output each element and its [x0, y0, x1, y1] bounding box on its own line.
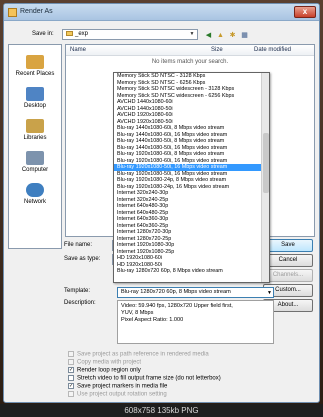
- save-as-type-label: Save as type:: [64, 256, 101, 262]
- checkbox-save-path-reference[interactable]: Save project as path reference in render…: [68, 351, 209, 359]
- channels-button[interactable]: Channels...: [263, 269, 313, 282]
- checkbox-save-markers[interactable]: ✓ Save project markers in media file: [68, 383, 167, 391]
- new-folder-icon[interactable]: ✱: [228, 31, 237, 40]
- checkbox-output-rotation[interactable]: Use project output rotation setting: [68, 391, 167, 399]
- description-line: YUV, 8 Mbps: [121, 310, 154, 316]
- place-label: Recent Places: [15, 71, 55, 77]
- save-in-combo[interactable]: _exp ▼: [62, 29, 198, 40]
- checkbox-stretch-video[interactable]: Stretch video to fill output frame size …: [68, 375, 221, 383]
- checkbox-box: [68, 391, 74, 397]
- checkbox-box: [68, 359, 74, 365]
- chevron-down-icon: ▼: [267, 290, 272, 296]
- empty-message: No items match your search.: [151, 59, 229, 65]
- description-line: Video: 59.940 fps, 1280x720 Upper field …: [121, 303, 233, 309]
- checkbox-box: [68, 375, 74, 381]
- window-title: Render As: [20, 8, 53, 15]
- template-value: Blu-ray 1280x720 60p, 8 Mbps video strea…: [121, 289, 231, 295]
- up-folder-icon[interactable]: ▲: [216, 31, 225, 40]
- views-icon[interactable]: ▦: [240, 31, 249, 40]
- libraries-icon: [26, 119, 44, 133]
- save-in-value: _exp: [75, 31, 89, 37]
- description-box: Video: 59.940 fps, 1280x720 Upper field …: [117, 300, 274, 344]
- place-recent-places[interactable]: Recent Places: [9, 55, 61, 77]
- app-icon: [8, 8, 17, 17]
- title-bar: Render As x: [4, 4, 319, 21]
- checkbox-label: Save project as path reference in render…: [77, 351, 209, 358]
- chevron-down-icon: ▼: [189, 31, 195, 37]
- network-icon: [26, 183, 44, 197]
- description-line: Pixel Aspect Ratio: 1.000: [121, 317, 184, 323]
- checkbox-label: Stretch video to fill output frame size …: [77, 375, 221, 382]
- dropdown-scrollbar[interactable]: [261, 73, 269, 282]
- dropdown-item[interactable]: Blu-ray 1280x720 60p, 8 Mbps video strea…: [114, 268, 269, 275]
- close-button[interactable]: x: [294, 6, 316, 18]
- scrollbar-thumb[interactable]: [263, 133, 269, 193]
- checkbox-label: Copy media with project: [77, 359, 142, 366]
- back-icon[interactable]: ◀: [204, 31, 213, 40]
- place-label: Desktop: [23, 103, 46, 109]
- desktop-icon: [26, 87, 44, 101]
- place-label: Libraries: [23, 135, 47, 141]
- checkbox-label: Use project output rotation setting: [77, 391, 167, 398]
- save-in-label: Save in:: [32, 31, 54, 37]
- place-computer[interactable]: Computer: [9, 151, 61, 173]
- save-button[interactable]: Save: [263, 239, 313, 252]
- template-dropdown-list[interactable]: Memory Stick SD NTSC - 3128 Kbps Memory S…: [113, 72, 270, 283]
- check-icon: ✓: [68, 367, 74, 373]
- place-libraries[interactable]: Libraries: [9, 119, 61, 141]
- place-label: Network: [23, 199, 46, 205]
- checkbox-render-loop-region[interactable]: ✓ Render loop region only: [68, 367, 141, 375]
- checkbox-copy-media[interactable]: Copy media with project: [68, 359, 141, 367]
- column-header-name[interactable]: Name: [70, 47, 86, 53]
- image-caption: 608x758 135kb PNG: [0, 404, 323, 417]
- places-bar: Recent Places Desktop Libraries Computer…: [8, 44, 62, 249]
- description-label: Description:: [64, 300, 96, 306]
- folder-icon: [66, 30, 73, 36]
- checkbox-label: Render loop region only: [77, 367, 141, 374]
- check-icon: ✓: [68, 383, 74, 389]
- place-label: Computer: [21, 167, 49, 173]
- checkbox-label: Save project markers in media file: [77, 383, 168, 390]
- checkbox-box: [68, 351, 74, 357]
- recent-places-icon: [26, 55, 44, 69]
- file-name-label: File name:: [64, 242, 93, 248]
- template-combo[interactable]: Blu-ray 1280x720 60p, 8 Mbps video strea…: [117, 287, 274, 298]
- column-header-size[interactable]: Size: [211, 47, 223, 53]
- template-label: Template:: [64, 288, 91, 294]
- dropdown-items: Memory Stick SD NTSC - 3128 Kbps Memory S…: [114, 73, 269, 275]
- column-header-row: Name Size Date modified: [66, 45, 314, 56]
- column-header-date[interactable]: Date modified: [254, 47, 291, 53]
- place-network[interactable]: Network: [9, 183, 61, 205]
- place-desktop[interactable]: Desktop: [9, 87, 61, 109]
- cancel-button[interactable]: Cancel: [263, 254, 313, 267]
- computer-icon: [26, 151, 44, 165]
